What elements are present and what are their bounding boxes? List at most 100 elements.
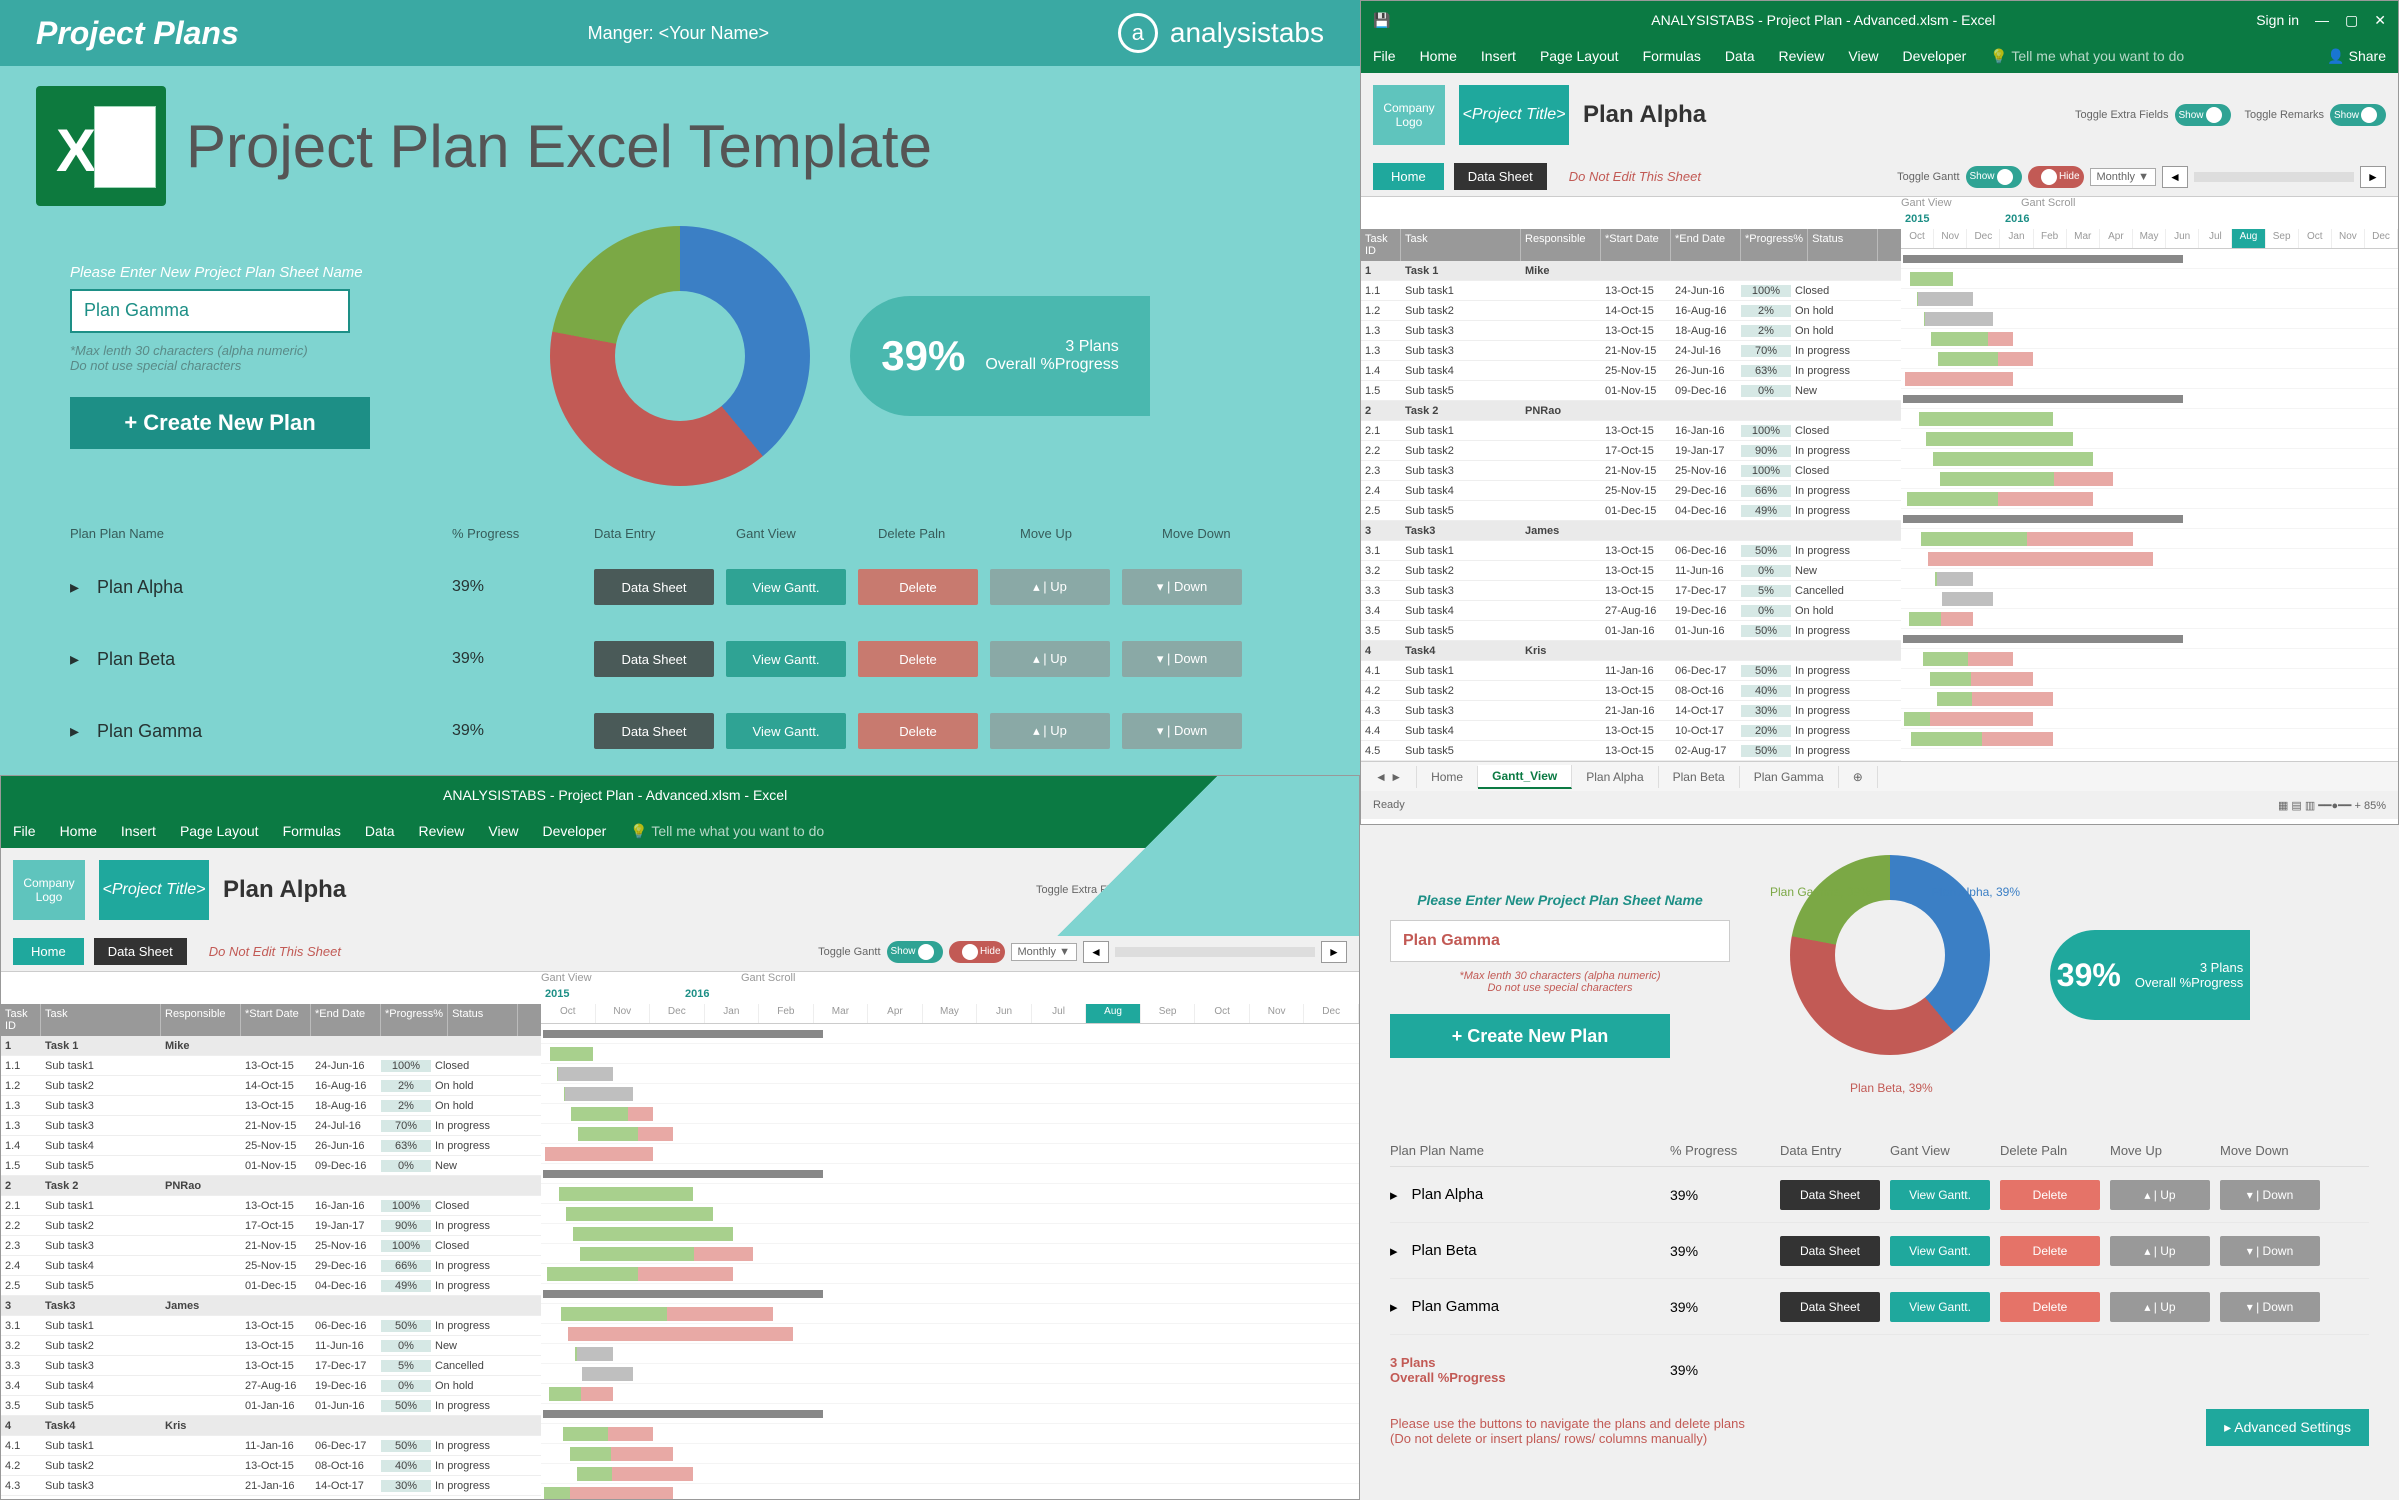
gantt-row[interactable]: 1.1Sub task113-Oct-1524-Jun-16100%Closed xyxy=(1,1056,541,1076)
menu-item[interactable]: Developer xyxy=(1903,48,1967,64)
menu-item[interactable]: Data xyxy=(365,823,395,839)
menu-item[interactable]: Insert xyxy=(1481,48,1516,64)
gantt-row[interactable]: 3Task3James xyxy=(1,1296,541,1316)
gantt-row[interactable]: 1.1Sub task113-Oct-1524-Jun-16100%Closed xyxy=(1361,281,1901,301)
close-icon[interactable]: ✕ xyxy=(2374,12,2386,29)
minimize-icon[interactable]: — xyxy=(2315,12,2329,28)
gantt-row[interactable]: 1Task 1Mike xyxy=(1361,261,1901,281)
data-sheet-button[interactable]: Data Sheet xyxy=(1780,1292,1880,1322)
view-gantt-button[interactable]: View Gantt. xyxy=(1890,1292,1990,1322)
move-down-button[interactable]: ▾ | Down xyxy=(1122,641,1242,677)
move-up-button[interactable]: ▴ | Up xyxy=(2110,1236,2210,1266)
sheet-tab[interactable]: Plan Gamma xyxy=(1740,766,1839,788)
delete-button[interactable]: Delete xyxy=(858,641,978,677)
caret-right-icon[interactable] xyxy=(70,649,83,670)
menu-item[interactable]: Review xyxy=(419,823,465,839)
scroll-right-button[interactable]: ► xyxy=(1321,941,1347,963)
gantt-row[interactable]: 3.2Sub task213-Oct-1511-Jun-160%New xyxy=(1361,561,1901,581)
move-down-button[interactable]: ▾ | Down xyxy=(2220,1180,2320,1210)
gantt-row[interactable]: 4.4Sub task413-Oct-1510-Oct-1720%In prog… xyxy=(1,1496,541,1500)
move-down-button[interactable]: ▾ | Down xyxy=(2220,1292,2320,1322)
sheet-tab[interactable]: Home xyxy=(1417,766,1478,788)
delete-button[interactable]: Delete xyxy=(2000,1292,2100,1322)
plan-name-input[interactable] xyxy=(70,289,350,333)
gantt-row[interactable]: 3.2Sub task213-Oct-1511-Jun-160%New xyxy=(1,1336,541,1356)
add-sheet-icon[interactable]: ⊕ xyxy=(1839,766,1878,788)
gantt-row[interactable]: 3.1Sub task113-Oct-1506-Dec-1650%In prog… xyxy=(1361,541,1901,561)
menu-item[interactable]: Home xyxy=(60,823,97,839)
gantt-row[interactable]: 2.1Sub task113-Oct-1516-Jan-16100%Closed xyxy=(1,1196,541,1216)
caret-right-icon[interactable] xyxy=(70,721,83,742)
gantt-row[interactable]: 2.4Sub task425-Nov-1529-Dec-1666%In prog… xyxy=(1,1256,541,1276)
toggle-extra-fields[interactable]: Show xyxy=(2175,104,2231,126)
scroll-left-button[interactable]: ◄ xyxy=(2162,166,2188,188)
gantt-row[interactable]: 2.2Sub task217-Oct-1519-Jan-1790%In prog… xyxy=(1,1216,541,1236)
toggle-remarks[interactable]: Show xyxy=(2330,104,2386,126)
gantt-row[interactable]: 3.4Sub task427-Aug-1619-Dec-160%On hold xyxy=(1,1376,541,1396)
gantt-row[interactable]: 4Task4Kris xyxy=(1,1416,541,1436)
data-sheet-button[interactable]: Data Sheet xyxy=(594,569,714,605)
menu-item[interactable]: View xyxy=(488,823,518,839)
project-title-box[interactable]: <Project Title> xyxy=(1459,85,1569,145)
gantt-row[interactable]: 1.4Sub task425-Nov-1526-Jun-1663%In prog… xyxy=(1361,361,1901,381)
gantt-row[interactable]: 3.4Sub task427-Aug-1619-Dec-160%On hold xyxy=(1361,601,1901,621)
move-down-button[interactable]: ▾ | Down xyxy=(2220,1236,2320,1266)
gantt-row[interactable]: 3Task3James xyxy=(1361,521,1901,541)
sheet-tab[interactable]: Gantt_View xyxy=(1478,765,1572,789)
gantt-row[interactable]: 4.3Sub task321-Jan-1614-Oct-1730%In prog… xyxy=(1361,701,1901,721)
move-up-button[interactable]: ▴ | Up xyxy=(990,641,1110,677)
scroll-right-button[interactable]: ► xyxy=(2360,166,2386,188)
caret-right-icon[interactable] xyxy=(1390,1186,1402,1204)
menu-item[interactable]: Page Layout xyxy=(180,823,259,839)
move-up-button[interactable]: ▴ | Up xyxy=(990,713,1110,749)
gantt-row[interactable]: 1.4Sub task425-Nov-1526-Jun-1663%In prog… xyxy=(1,1136,541,1156)
gantt-row[interactable]: 2.1Sub task113-Oct-1516-Jan-16100%Closed xyxy=(1361,421,1901,441)
gantt-row[interactable]: 2.4Sub task425-Nov-1529-Dec-1666%In prog… xyxy=(1361,481,1901,501)
delete-button[interactable]: Delete xyxy=(858,713,978,749)
create-plan-button[interactable]: + Create New Plan xyxy=(70,397,370,449)
move-up-button[interactable]: ▴ | Up xyxy=(2110,1292,2210,1322)
gantt-row[interactable]: 4Task4Kris xyxy=(1361,641,1901,661)
save-icon[interactable]: 💾 xyxy=(1373,12,1390,29)
gantt-row[interactable]: 2.3Sub task321-Nov-1525-Nov-16100%Closed xyxy=(1,1236,541,1256)
menu-item[interactable]: Developer xyxy=(543,823,607,839)
gantt-row[interactable]: 2.3Sub task321-Nov-1525-Nov-16100%Closed xyxy=(1361,461,1901,481)
menu-item[interactable]: View xyxy=(1848,48,1878,64)
delete-button[interactable]: Delete xyxy=(2000,1236,2100,1266)
view-gantt-button[interactable]: View Gantt. xyxy=(726,569,846,605)
advanced-settings-button[interactable]: ▸ Advanced Settings xyxy=(2206,1409,2369,1446)
move-down-button[interactable]: ▾ | Down xyxy=(1122,569,1242,605)
sheet-tab[interactable]: Plan Beta xyxy=(1659,766,1740,788)
view-gantt-button[interactable]: View Gantt. xyxy=(1890,1180,1990,1210)
gantt-row[interactable]: 1.3Sub task321-Nov-1524-Jul-1670%In prog… xyxy=(1,1116,541,1136)
gantt-row[interactable]: 1.5Sub task501-Nov-1509-Dec-160%New xyxy=(1361,381,1901,401)
gantt-hide-toggle[interactable]: Hide xyxy=(949,941,1005,963)
delete-button[interactable]: Delete xyxy=(858,569,978,605)
gantt-row[interactable]: 3.5Sub task501-Jan-1601-Jun-1650%In prog… xyxy=(1361,621,1901,641)
gantt-row[interactable]: 2.5Sub task501-Dec-1504-Dec-1649%In prog… xyxy=(1,1276,541,1296)
gantt-row[interactable]: 3.3Sub task313-Oct-1517-Dec-175%Cancelle… xyxy=(1,1356,541,1376)
gantt-row[interactable]: 4.5Sub task513-Oct-1502-Aug-1750%In prog… xyxy=(1361,741,1901,761)
scroll-left-button[interactable]: ◄ xyxy=(1083,941,1109,963)
menu-item[interactable]: File xyxy=(1373,48,1396,64)
menu-item[interactable]: Formulas xyxy=(283,823,341,839)
gantt-scrollbar[interactable] xyxy=(1115,947,1315,957)
gantt-row[interactable]: 4.2Sub task213-Oct-1508-Oct-1640%In prog… xyxy=(1361,681,1901,701)
sheet-tab[interactable]: Plan Alpha xyxy=(1572,766,1658,788)
gantt-row[interactable]: 3.3Sub task313-Oct-1517-Dec-175%Cancelle… xyxy=(1361,581,1901,601)
move-up-button[interactable]: ▴ | Up xyxy=(990,569,1110,605)
gantt-row[interactable]: 4.1Sub task111-Jan-1606-Dec-1750%In prog… xyxy=(1361,661,1901,681)
gantt-row[interactable]: 1.3Sub task313-Oct-1518-Aug-162%On hold xyxy=(1,1096,541,1116)
gantt-hide-toggle[interactable]: Hide xyxy=(2028,166,2084,188)
tell-me-input[interactable]: 💡 Tell me what you want to do xyxy=(1990,48,2184,65)
gantt-row[interactable]: 4.1Sub task111-Jan-1606-Dec-1750%In prog… xyxy=(1,1436,541,1456)
caret-right-icon[interactable] xyxy=(1390,1298,1402,1316)
share-button[interactable]: 👤 Share xyxy=(2327,48,2386,65)
home-button[interactable]: Home xyxy=(1373,163,1444,190)
gantt-row[interactable]: 3.5Sub task501-Jan-1601-Jun-1650%In prog… xyxy=(1,1396,541,1416)
menu-item[interactable]: Data xyxy=(1725,48,1755,64)
view-icons[interactable]: ▦ ▤ ▥ xyxy=(2278,800,2315,812)
menu-item[interactable]: Review xyxy=(1779,48,1825,64)
gantt-show-toggle[interactable]: Show xyxy=(887,941,943,963)
data-sheet-button[interactable]: Data Sheet xyxy=(1454,163,1547,190)
